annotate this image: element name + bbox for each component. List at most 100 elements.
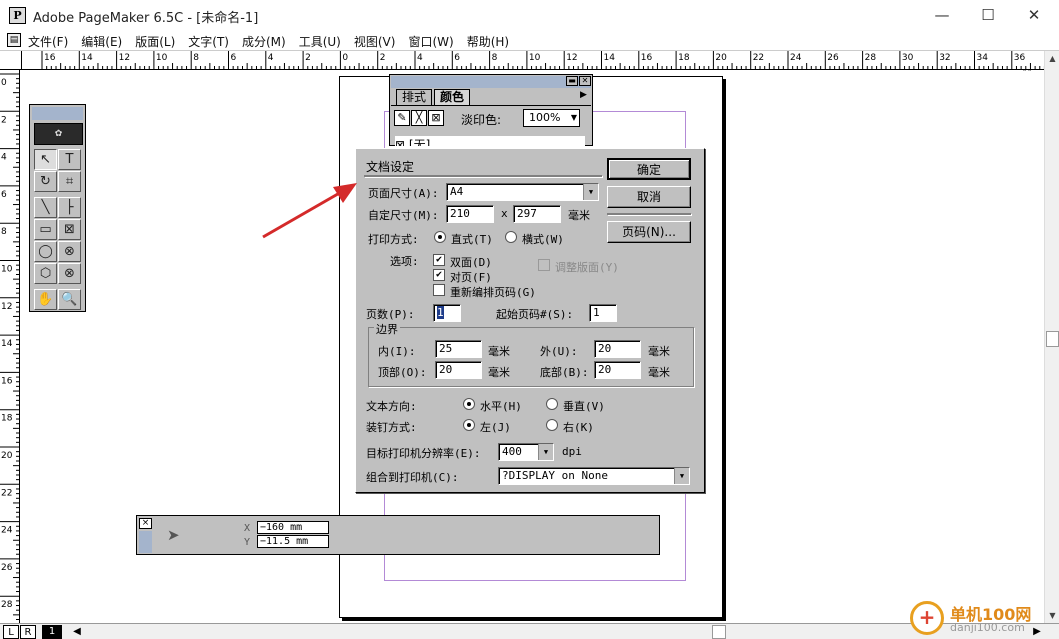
facing-pages-label: 对页(F) xyxy=(450,271,492,284)
tint-select[interactable]: 100% ▼ xyxy=(523,109,580,127)
page-1-icon[interactable]: 1 xyxy=(42,625,62,639)
portrait-radio[interactable] xyxy=(434,231,446,243)
ruler-label: 14 xyxy=(1,339,13,349)
binding-left-radio[interactable] xyxy=(463,419,475,431)
height-input[interactable]: 297 xyxy=(513,205,561,223)
crop-tool-icon[interactable]: ⌗ xyxy=(58,171,81,192)
menu-view[interactable]: 视图(V) xyxy=(354,33,396,50)
ruler-label: 4 xyxy=(268,53,274,63)
arrow-shaft xyxy=(262,189,344,239)
ok-button[interactable]: 确定 xyxy=(607,158,691,180)
vertical-ruler[interactable]: 0 2 4 6 8 10 12 14 16 18 20 22 24 26 28 xyxy=(0,70,20,623)
resolution-select[interactable]: 400 ▼ xyxy=(498,443,554,461)
palette-menu-arrow-icon[interactable]: ▶ xyxy=(580,90,587,100)
ruler-label: 12 xyxy=(566,53,577,63)
tab-colors[interactable]: 颜色 xyxy=(434,89,471,105)
inside-margin-input[interactable]: 25 xyxy=(435,340,482,358)
rect-frame-tool-icon[interactable]: ⊠ xyxy=(58,219,81,240)
ruler-label: 14 xyxy=(604,53,616,63)
toolbox-title-bar[interactable] xyxy=(32,107,83,120)
menu-utilities[interactable]: 工具(U) xyxy=(299,33,341,50)
menu-window[interactable]: 窗口(W) xyxy=(408,33,453,50)
numbers-button[interactable]: 页码(N)... xyxy=(607,221,691,243)
outside-margin-input[interactable]: 20 xyxy=(594,340,641,358)
watermark-logo-icon: + xyxy=(910,601,944,635)
fill-icon[interactable]: ╳ xyxy=(411,110,427,126)
adjust-layout-checkbox[interactable] xyxy=(538,259,550,271)
rectangle-tool-icon[interactable]: ▭ xyxy=(34,219,57,240)
polygon-tool-icon[interactable]: ⬡ xyxy=(34,263,57,284)
both-icon[interactable]: ⊠ xyxy=(428,110,444,126)
stroke-icon[interactable]: ✎ xyxy=(394,110,410,126)
ruler-label: 2 xyxy=(305,53,311,63)
line-tool-icon[interactable]: ╲ xyxy=(34,197,57,218)
ellipse-frame-tool-icon[interactable]: ⊗ xyxy=(58,241,81,262)
inside-label: 内(I): xyxy=(378,345,416,358)
page-size-label: 页面尺寸(A): xyxy=(368,187,439,200)
landscape-radio[interactable] xyxy=(505,231,517,243)
palette-title-bar[interactable] xyxy=(391,76,591,88)
master-right-page[interactable]: R xyxy=(20,625,36,639)
ruler-label: 28 xyxy=(1,600,13,610)
palette-close-icon[interactable]: ✕ xyxy=(579,76,591,86)
horizontal-label: 水平(H) xyxy=(480,400,522,413)
tab-styles[interactable]: 排式 xyxy=(396,89,433,105)
toolbox-palette[interactable]: ✿ ↖ T ↻ ⌗ ╲ ├ ▭ ⊠ ◯ ⊗ ⬡ ⊗ ✋ 🔍 xyxy=(29,104,86,312)
outside-label: 外(U): xyxy=(540,345,578,358)
close-button[interactable]: ✕ xyxy=(1011,0,1057,31)
compose-printer-select[interactable]: ?DISPLAY on None ▼ xyxy=(498,467,690,485)
menu-type[interactable]: 文字(T) xyxy=(188,33,229,50)
horizontal-ruler[interactable]: 16 14 12 10 8 6 4 2 0 2 4 6 8 10 12 14 16 18 20 22 24 26 28 30 3… xyxy=(22,51,1044,70)
palette-minimize-icon[interactable]: ▬ xyxy=(566,76,578,86)
rotate-tool-icon[interactable]: ↻ xyxy=(34,171,57,192)
scroll-left-icon[interactable]: ◀ xyxy=(70,625,84,639)
hand-tool-icon[interactable]: ✋ xyxy=(34,289,57,310)
top-margin-input[interactable]: 20 xyxy=(435,361,482,379)
horizontal-radio[interactable] xyxy=(463,398,475,410)
menu-help[interactable]: 帮助(H) xyxy=(467,33,509,50)
vertical-radio[interactable] xyxy=(546,398,558,410)
page-size-select[interactable]: A4 ▼ xyxy=(446,183,599,201)
polygon-frame-tool-icon[interactable]: ⊗ xyxy=(58,263,81,284)
bottom-margin-input[interactable]: 20 xyxy=(594,361,641,379)
scroll-up-icon[interactable]: ▲ xyxy=(1045,51,1059,66)
ellipse-tool-icon[interactable]: ◯ xyxy=(34,241,57,262)
cancel-button[interactable]: 取消 xyxy=(607,186,691,208)
ruler-label: 10 xyxy=(156,53,168,63)
facing-pages-checkbox[interactable]: ✔ xyxy=(433,269,445,281)
title-bar: P Adobe PageMaker 6.5C - [未命名-1] — ☐ ✕ xyxy=(0,0,1059,31)
document-icon[interactable]: ▤ xyxy=(7,33,21,47)
master-left-page[interactable]: L xyxy=(3,625,19,639)
y-coordinate-input[interactable]: −11.5 mm xyxy=(257,535,329,548)
menu-layout[interactable]: 版面(L) xyxy=(135,33,175,50)
perp-line-tool-icon[interactable]: ├ xyxy=(58,197,81,218)
chevron-down-icon: ▼ xyxy=(570,113,577,122)
control-palette[interactable]: × ➤ X −160 mm Y −11.5 mm xyxy=(136,515,660,555)
pointer-tool-icon[interactable]: ↖ xyxy=(34,149,57,170)
text-tool-icon[interactable]: T xyxy=(58,149,81,170)
zoom-tool-icon[interactable]: 🔍 xyxy=(58,289,81,310)
menu-file[interactable]: 文件(F) xyxy=(28,33,68,50)
x-coordinate-input[interactable]: −160 mm xyxy=(257,521,329,534)
control-palette-close-icon[interactable]: × xyxy=(139,518,152,529)
vertical-scrollbar[interactable]: ▲ ▼ xyxy=(1044,51,1059,623)
restart-numbering-checkbox[interactable] xyxy=(433,284,445,296)
hscroll-thumb[interactable] xyxy=(712,625,726,639)
ruler-origin[interactable] xyxy=(0,51,22,70)
maximize-button[interactable]: ☐ xyxy=(965,0,1011,31)
ruler-label: 4 xyxy=(1,153,7,163)
double-sided-checkbox[interactable]: ✔ xyxy=(433,254,445,266)
menu-element[interactable]: 成分(M) xyxy=(242,33,286,50)
menu-edit[interactable]: 编辑(E) xyxy=(81,33,122,50)
chevron-down-icon: ▼ xyxy=(583,184,598,200)
binding-right-radio[interactable] xyxy=(546,419,558,431)
scroll-thumb[interactable] xyxy=(1046,331,1059,347)
start-page-input[interactable]: 1 xyxy=(589,304,617,322)
width-input[interactable]: 210 xyxy=(446,205,494,223)
minimize-button[interactable]: — xyxy=(919,0,965,31)
binding-left-label: 左(J) xyxy=(480,421,511,434)
control-palette-bar[interactable] xyxy=(139,531,152,553)
color-palette[interactable]: ▬ ✕ 排式 颜色 ▶ ✎ ╳ ⊠ 淡印色: 100% ▼ ⊠ [无] xyxy=(389,74,593,146)
color-none-item[interactable]: ⊠ [无] xyxy=(395,136,585,146)
pages-input[interactable]: 1 xyxy=(433,304,461,322)
